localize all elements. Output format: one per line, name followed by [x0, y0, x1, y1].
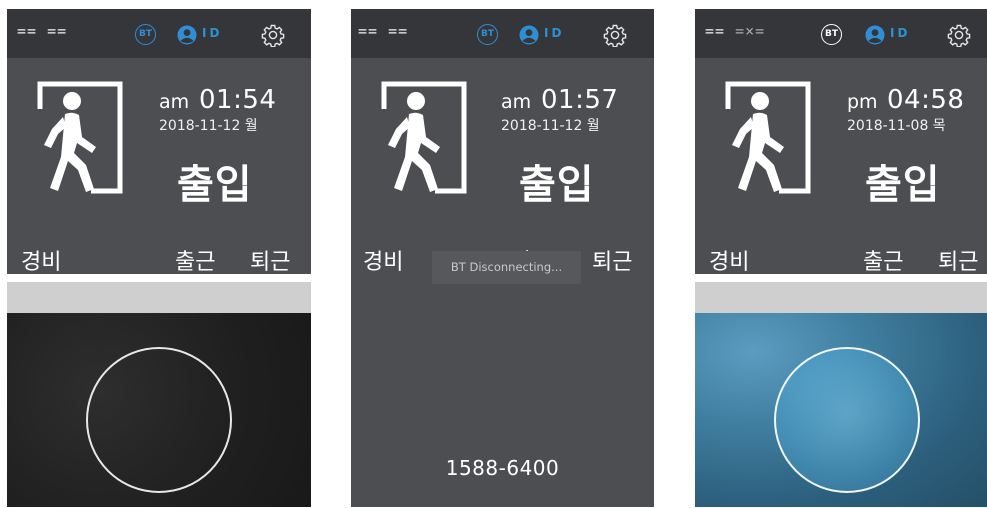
exit-person-icon	[381, 81, 467, 194]
bluetooth-icon[interactable]: BT	[477, 24, 498, 45]
ampm-label: am	[159, 91, 190, 113]
clock-time: 04:58	[887, 85, 965, 115]
clock-out-button[interactable]: 퇴근	[592, 244, 632, 276]
main-panel: pm 04:58 2018-11-08 목 출입 경비 출근 퇴근	[695, 58, 987, 276]
clock-date: 2018-11-12 월	[501, 118, 600, 134]
exit-person-icon	[725, 81, 811, 194]
toast-message: BT Disconnecting...	[432, 251, 581, 284]
id-label: ID	[544, 26, 565, 40]
support-phone-number: 1588-6400	[445, 456, 560, 480]
guard-button[interactable]: 경비	[363, 244, 403, 276]
clock-date: 2018-11-12 월	[159, 118, 258, 134]
guard-button[interactable]: 경비	[709, 244, 749, 276]
divider	[695, 274, 987, 282]
exit-person-icon	[37, 81, 123, 194]
ampm-label: pm	[847, 91, 878, 113]
face-guide-circle	[774, 347, 920, 493]
clock-in-button[interactable]: 출근	[175, 244, 215, 276]
divider	[7, 274, 311, 282]
connection-icon: == =×=	[705, 22, 766, 40]
gear-icon[interactable]	[947, 23, 971, 47]
clock-out-button[interactable]: 퇴근	[938, 244, 978, 276]
bluetooth-icon[interactable]: BT	[135, 24, 156, 45]
camera-header-band	[695, 282, 987, 313]
status-bar: == == BT ID	[351, 9, 654, 58]
clock-time: 01:54	[199, 85, 277, 115]
clock-date: 2018-11-08 목	[847, 118, 946, 134]
status-bar: == =×= BT ID	[695, 9, 987, 58]
id-label: ID	[202, 26, 223, 40]
bluetooth-icon[interactable]: BT	[821, 24, 842, 45]
camera-preview	[695, 313, 987, 507]
clock-time: 01:57	[541, 85, 619, 115]
mode-label: 출입	[177, 162, 253, 208]
status-bar: == == BT ID	[7, 9, 311, 58]
device-screen-2: == == BT ID am 01:57 2018-11-12 월 출입 경비 …	[351, 9, 654, 507]
user-avatar-icon	[865, 25, 885, 45]
clock-in-button[interactable]: 출근	[863, 244, 903, 276]
guard-button[interactable]: 경비	[21, 244, 61, 276]
device-screen-1: == == BT ID am 01:54 2018-11-12 월 출입 경비 …	[7, 9, 311, 507]
gear-icon[interactable]	[261, 23, 285, 47]
connection-icon: == ==	[17, 22, 68, 40]
main-panel: am 01:57 2018-11-12 월 출입 경비 출근 퇴근	[351, 58, 654, 276]
main-panel: am 01:54 2018-11-12 월 출입 경비 출근 퇴근	[7, 58, 311, 276]
mode-label: 출입	[519, 162, 595, 208]
gear-icon[interactable]	[603, 23, 627, 47]
user-avatar-icon	[177, 25, 197, 45]
connection-icon: == ==	[358, 22, 409, 40]
face-guide-circle	[86, 347, 232, 493]
mode-label: 출입	[865, 162, 941, 208]
id-label: ID	[890, 26, 911, 40]
ampm-label: am	[501, 91, 532, 113]
user-avatar-icon	[519, 25, 539, 45]
clock-out-button[interactable]: 퇴근	[250, 244, 290, 276]
camera-preview	[7, 313, 311, 507]
device-screen-3: == =×= BT ID pm 04:58 2018-11-08 목 출입 경비…	[695, 9, 987, 507]
camera-header-band	[7, 282, 311, 313]
